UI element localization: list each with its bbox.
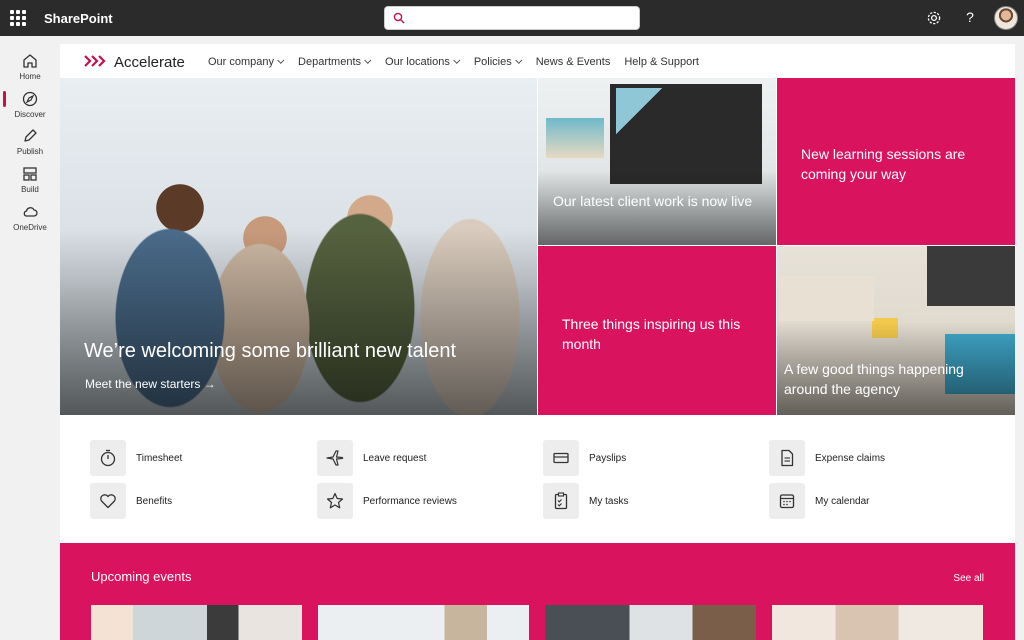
hero-main-title: We’re welcoming some brilliant new talen… bbox=[84, 340, 457, 362]
event-card[interactable] bbox=[545, 605, 756, 640]
heart-icon bbox=[100, 494, 116, 509]
appbar-publish[interactable]: Publish bbox=[6, 127, 54, 156]
hero-tile-learning[interactable]: New learning sessions are coming your wa… bbox=[777, 78, 1015, 245]
hero-web-part: We’re welcoming some brilliant new talen… bbox=[60, 78, 1015, 415]
quick-link-label: Payslips bbox=[589, 452, 627, 464]
nav-label: Our company bbox=[208, 56, 275, 68]
nav-our-company[interactable]: Our company bbox=[208, 56, 285, 68]
calendar-icon bbox=[779, 494, 795, 509]
quick-link-leave-request[interactable]: Leave request bbox=[317, 440, 426, 476]
nav-help-support[interactable]: Help & Support bbox=[624, 56, 699, 68]
event-card[interactable] bbox=[318, 605, 529, 640]
compass-icon bbox=[22, 91, 38, 107]
appbar-label: Build bbox=[21, 185, 39, 194]
quick-link-icon-box bbox=[769, 483, 805, 519]
appbar-label: Publish bbox=[16, 147, 44, 156]
search-box[interactable] bbox=[384, 6, 640, 30]
chevron-down-icon bbox=[364, 56, 372, 64]
quick-link-icon-box bbox=[543, 440, 579, 476]
event-card[interactable] bbox=[772, 605, 983, 640]
app-name[interactable]: SharePoint bbox=[44, 11, 113, 26]
airplane-icon bbox=[326, 450, 344, 466]
layout-icon bbox=[23, 167, 37, 181]
suite-bar: SharePoint ? bbox=[0, 0, 1024, 36]
site-header: Accelerate Our company Departments Our l… bbox=[60, 44, 1015, 78]
event-card[interactable] bbox=[91, 605, 302, 640]
quick-link-benefits[interactable]: Benefits bbox=[90, 483, 172, 519]
quick-link-icon-box bbox=[769, 440, 805, 476]
quick-link-icon-box bbox=[317, 483, 353, 519]
nav-our-locations[interactable]: Our locations bbox=[385, 56, 461, 68]
quick-link-label: Expense claims bbox=[815, 452, 886, 464]
hero-main-tile[interactable]: We’re welcoming some brilliant new talen… bbox=[60, 78, 537, 415]
hero-tile-title: Our latest client work is now live bbox=[553, 193, 753, 209]
quick-link-label: Timesheet bbox=[136, 452, 183, 464]
quick-link-performance-reviews[interactable]: Performance reviews bbox=[317, 483, 457, 519]
home-icon bbox=[23, 54, 37, 68]
events-title: Upcoming events bbox=[91, 569, 192, 584]
pen-icon bbox=[24, 129, 37, 142]
nav-label: Departments bbox=[298, 56, 362, 68]
search-input[interactable] bbox=[413, 9, 633, 27]
quick-link-payslips[interactable]: Payslips bbox=[543, 440, 626, 476]
chevron-down-icon bbox=[277, 56, 285, 64]
help-icon[interactable]: ? bbox=[962, 9, 978, 25]
site-frame: Accelerate Our company Departments Our l… bbox=[60, 44, 1015, 640]
quick-link-my-calendar[interactable]: My calendar bbox=[769, 483, 869, 519]
star-icon bbox=[326, 492, 344, 509]
site-title[interactable]: Accelerate bbox=[114, 54, 185, 71]
card-icon bbox=[553, 452, 569, 464]
quick-link-icon-box bbox=[317, 440, 353, 476]
see-all-link[interactable]: See all bbox=[953, 573, 984, 584]
appbar-label: Home bbox=[19, 72, 41, 81]
nav-label: Our locations bbox=[385, 56, 450, 68]
app-launcher-icon[interactable] bbox=[10, 10, 26, 26]
appbar-label: Discover bbox=[14, 110, 46, 119]
top-navigation: Our company Departments Our locations Po… bbox=[208, 56, 713, 68]
quick-link-label: Benefits bbox=[136, 495, 173, 507]
quick-link-label: Performance reviews bbox=[363, 495, 457, 507]
nav-label: Help & Support bbox=[624, 56, 699, 68]
nav-policies[interactable]: Policies bbox=[473, 56, 523, 68]
hero-tile-title: A few good things happening around the a… bbox=[784, 361, 964, 397]
quick-link-expense-claims[interactable]: Expense claims bbox=[769, 440, 885, 476]
nav-label: Policies bbox=[473, 56, 512, 68]
checklist-icon bbox=[554, 492, 568, 510]
quick-link-icon-box bbox=[543, 483, 579, 519]
hero-tile-client-work[interactable]: Our latest client work is now live bbox=[538, 78, 776, 245]
quick-link-label: My calendar bbox=[815, 495, 870, 507]
chevron-down-icon bbox=[453, 56, 461, 64]
nav-news-events[interactable]: News & Events bbox=[536, 56, 611, 68]
hero-tile-inspiring[interactable]: Three things inspiring us this month bbox=[538, 246, 776, 415]
appbar-discover[interactable]: Discover bbox=[6, 90, 54, 119]
document-icon bbox=[781, 449, 794, 467]
quick-link-icon-box bbox=[90, 483, 126, 519]
site-logo-chevrons-icon[interactable] bbox=[84, 55, 106, 67]
quick-link-my-tasks[interactable]: My tasks bbox=[543, 483, 628, 519]
upcoming-events-section: Upcoming events See all bbox=[60, 543, 1015, 640]
cloud-icon bbox=[23, 207, 38, 217]
quick-link-label: Leave request bbox=[363, 452, 427, 464]
nav-departments[interactable]: Departments bbox=[298, 56, 372, 68]
quick-links: Timesheet Leave request Payslips Expense… bbox=[60, 415, 1015, 543]
stopwatch-icon bbox=[100, 449, 116, 467]
appbar-build[interactable]: Build bbox=[6, 165, 54, 194]
appbar-home[interactable]: Home bbox=[6, 52, 54, 81]
quick-link-icon-box bbox=[90, 440, 126, 476]
nav-label: News & Events bbox=[535, 56, 611, 68]
appbar-label: OneDrive bbox=[13, 223, 47, 232]
hero-tile-agency[interactable]: A few good things happening around the a… bbox=[777, 246, 1015, 415]
app-bar: Home Discover Publish Build OneDrive bbox=[0, 36, 60, 640]
search-icon bbox=[393, 12, 405, 24]
hero-tile-title: Three things inspiring us this month bbox=[562, 316, 741, 352]
settings-gear-icon[interactable] bbox=[926, 10, 942, 26]
appbar-onedrive[interactable]: OneDrive bbox=[6, 203, 54, 232]
quick-link-timesheet[interactable]: Timesheet bbox=[90, 440, 182, 476]
chevron-down-icon bbox=[514, 56, 523, 64]
hero-tile-title: New learning sessions are coming your wa… bbox=[801, 146, 966, 182]
quick-link-label: My tasks bbox=[589, 495, 629, 507]
hero-main-link[interactable]: Meet the new starters → bbox=[85, 377, 216, 391]
account-avatar[interactable] bbox=[994, 6, 1018, 30]
